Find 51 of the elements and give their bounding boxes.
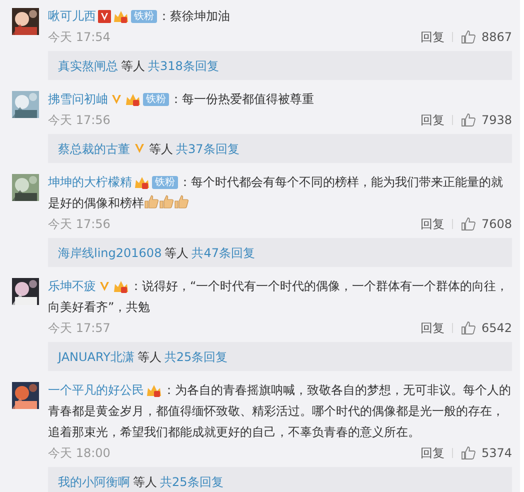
like-count: 7938 [481, 112, 512, 128]
reply-count-link[interactable]: 共47条回复 [192, 244, 255, 262]
fan-badge: 铁粉 [131, 10, 157, 23]
reply-link[interactable]: 回复 [420, 110, 444, 128]
comment-text: 乐坤不疲 ：说得好，“一个时代有一个时代的偶像，一个群体有一个群体的向往，向美好看齐”，共勉 [48, 276, 512, 318]
user-link[interactable]: 海岸线ling201608 [58, 244, 162, 262]
thumbs-up-icon[interactable] [461, 30, 476, 44]
like-count: 8867 [481, 28, 512, 46]
others-label: 等人 [164, 244, 189, 262]
reply-link[interactable]: 回复 [420, 444, 444, 462]
others-label: 等人 [137, 348, 162, 366]
thumbs-up-icon [144, 194, 159, 209]
user-link[interactable]: 坤坤的大柠檬精 [48, 172, 132, 193]
timestamp: 今天 17:56 [48, 216, 112, 232]
reply-count-link[interactable]: 共37条回复 [176, 140, 240, 158]
timestamp: 今天 17:56 [48, 112, 112, 128]
others-label: 等人 [133, 474, 157, 490]
thumbs-up-icon [174, 194, 189, 209]
timestamp: 今天 17:57 [48, 320, 112, 336]
reply-link[interactable]: 回复 [420, 214, 444, 232]
user-link[interactable]: 一个平凡的好公民 [48, 380, 144, 401]
comment-text: 啾可儿西 铁粉 ：蔡徐坤加油 [48, 6, 512, 27]
thumbs-up-icon [159, 194, 174, 209]
user-link[interactable]: 真实熬闸总 [58, 56, 118, 74]
fan-badge: 铁粉 [152, 176, 178, 189]
fan-badge: 铁粉 [143, 93, 169, 106]
like-count: 7608 [481, 216, 512, 232]
reply-count-link[interactable]: 共25条回复 [164, 348, 228, 366]
user-link[interactable]: 蔡总裁的古董 [58, 140, 130, 158]
reply-count-link[interactable]: 共25条回复 [160, 472, 224, 490]
reply-link[interactable]: 回复 [420, 318, 444, 336]
reply-count-link[interactable]: 共318条回复 [148, 56, 219, 74]
thumbs-up-icon[interactable] [461, 216, 476, 230]
others-label: 等人 [149, 140, 173, 158]
like-count: 6542 [481, 320, 512, 336]
user-link[interactable]: 乐坤不疲 [48, 276, 96, 297]
thumbs-up-icon[interactable] [461, 112, 476, 126]
reply-link[interactable]: 回复 [420, 28, 444, 46]
others-label: 等人 [121, 58, 145, 74]
comment-text: 拂雪问初岫 铁粉 ：每一份热爱都值得被尊重 [48, 89, 512, 110]
thumbs-up-icon[interactable] [461, 446, 476, 460]
thumbs-up-icon[interactable] [461, 320, 476, 334]
timestamp: 今天 18:00 [48, 444, 112, 462]
comment-text: 坤坤的大柠檬精 铁粉 ：每个时代都会有每个不同的榜样，能为我们带来正能量的就是好的偶像和榜样 [48, 172, 512, 214]
user-link[interactable]: 啾可儿西 [48, 6, 96, 27]
comment-text: 一个平凡的好公民 ：为各自的青春摇旗呐喊，致敬各自的梦想，无可非议。每个人的青春都是黄金岁月，都值得缅怀致敬、精彩活过。哪个时代的偶像都是光一般的存在，追着那束光，希望我们都能成就更好的自己，不辜负青春的意义所在。 [48, 380, 512, 443]
like-count: 5374 [481, 444, 512, 462]
user-link[interactable]: JANUARY北潇 [58, 348, 134, 366]
user-link[interactable]: 我的小阿衡啊 [58, 472, 130, 490]
timestamp: 今天 17:54 [48, 28, 112, 46]
user-link[interactable]: 拂雪问初岫 [48, 89, 108, 110]
